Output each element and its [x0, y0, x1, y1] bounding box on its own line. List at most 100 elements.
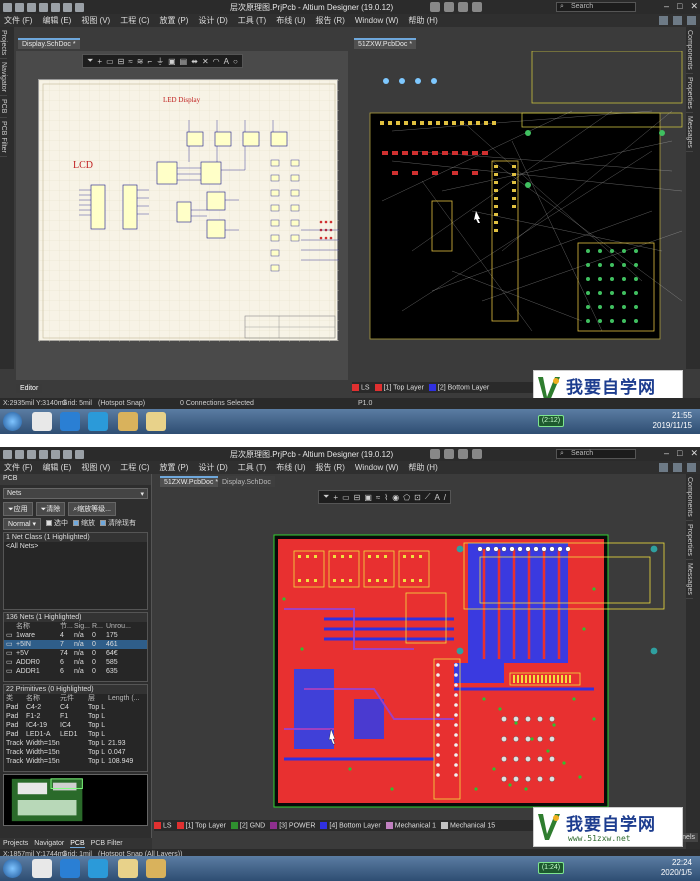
select-checkbox[interactable]: 选中 — [46, 518, 68, 530]
tab-51zxw-pcbdoc[interactable]: 51ZXW.PcbDoc * — [160, 476, 223, 487]
tab-display-schdoc[interactable]: Display.SchDoc * — [18, 38, 80, 49]
tab-pcb[interactable]: PCB — [0, 96, 7, 118]
tab-projects[interactable]: Projects — [3, 840, 28, 847]
tab-properties[interactable]: Properties — [686, 74, 693, 113]
tab-components[interactable]: Components — [686, 474, 693, 521]
net-row[interactable]: ▭ 1ware 4 n/a 0 175 — [4, 631, 147, 640]
layer-tab-gnd[interactable]: [2] GND — [230, 821, 265, 829]
menu-route[interactable]: 布线 (U) — [276, 462, 305, 473]
taskbar-app-altium[interactable] — [146, 859, 166, 878]
open-icon[interactable] — [39, 449, 48, 459]
menu-view[interactable]: 视图 (V) — [81, 462, 110, 473]
wire-icon[interactable]: ≈ — [128, 57, 132, 66]
power-port-icon[interactable]: ⏚ — [156, 56, 164, 67]
start-button[interactable] — [3, 412, 22, 431]
tab-51zxw-pcbdoc[interactable]: 51ZXW.PcbDoc * — [354, 38, 417, 49]
port-icon[interactable]: ⬌ — [191, 57, 198, 66]
part-icon[interactable]: ▣ — [168, 57, 176, 66]
layer-tab-bottom[interactable]: [2] Bottom Layer — [428, 383, 489, 391]
minimize-button[interactable]: – — [664, 448, 669, 459]
close-button[interactable]: ✕ — [690, 448, 698, 459]
net-row[interactable]: ▭ ADDR1 6 n/a 0 635 — [4, 667, 147, 676]
tab-pcb[interactable]: PCB — [70, 840, 85, 848]
maximize-button[interactable]: □ — [677, 448, 682, 459]
net-row-selected[interactable]: ▭ +5IN 7 n/a 0 461 — [4, 640, 147, 649]
taskbar-app-explorer[interactable] — [146, 412, 166, 431]
panel-mode-select[interactable]: Nets ▾ — [3, 488, 148, 499]
filter-icon[interactable]: ⏷ — [87, 56, 93, 66]
toolbar-icon-2[interactable] — [673, 16, 682, 25]
menu-edit[interactable]: 编辑 (E) — [42, 462, 71, 473]
align-icon[interactable]: ⊟ — [118, 57, 125, 66]
pcb-editor[interactable]: ⏷ + ▭ ⊟ ▣ ≈ ⌇ ◉ ⬠ ⊡ ⟋ A / — [352, 51, 686, 380]
layer-tab-ls[interactable]: LS — [154, 821, 172, 829]
layer-tab-mechanical-1[interactable]: Mechanical 1 — [385, 821, 436, 829]
clear-button[interactable]: ⏷清除 — [35, 502, 66, 516]
circle-icon[interactable]: ○ — [233, 57, 238, 66]
menu-tools[interactable]: 工具 (T) — [238, 15, 266, 26]
taskbar-app-qq[interactable] — [88, 859, 108, 878]
toolbar-icon-2[interactable] — [673, 463, 682, 472]
tab-pcb-filter[interactable]: PCB Filter — [0, 118, 7, 157]
save-all-icon[interactable] — [27, 2, 36, 12]
schematic-editor[interactable]: ⏷ + ▭ ⊟ ≈ ≋ ⌐ ⏚ ▣ ▤ ⬌ ✕ ◠ A ○ LED Displa… — [16, 51, 348, 380]
tab-properties[interactable]: Properties — [686, 521, 693, 560]
menu-design[interactable]: 设计 (D) — [198, 15, 227, 26]
primitive-row[interactable]: Pad C4-2 C4 Top L — [4, 703, 147, 712]
bus-icon[interactable]: ≋ — [137, 57, 144, 66]
menu-place[interactable]: 放置 (P) — [160, 15, 189, 26]
minimize-button[interactable]: – — [664, 1, 669, 12]
tab-projects[interactable]: Projects — [0, 27, 7, 60]
notifications-icon[interactable] — [444, 2, 454, 12]
menu-help[interactable]: 帮助 (H) — [408, 15, 437, 26]
layer-tab-mechanical-15[interactable]: Mechanical 15 — [441, 821, 495, 829]
menu-help[interactable]: 帮助 (H) — [408, 462, 437, 473]
net-class-all-nets[interactable]: <All Nets> — [4, 542, 147, 551]
net-row[interactable]: ▭ ADDR0 6 n/a 0 585 — [4, 658, 147, 667]
help-icon[interactable] — [458, 2, 468, 12]
menu-place[interactable]: 放置 (P) — [160, 462, 189, 473]
start-button[interactable] — [3, 859, 22, 878]
redo-icon[interactable] — [75, 449, 84, 459]
menu-window[interactable]: Window (W) — [355, 16, 399, 25]
save-icon[interactable] — [15, 449, 24, 459]
tab-messages[interactable]: Messages — [686, 560, 693, 599]
taskbar-app-wechat[interactable] — [32, 859, 52, 878]
tab-navigator[interactable]: Navigator — [0, 59, 7, 97]
net-label-icon[interactable]: ⌐ — [147, 57, 152, 66]
save-all-icon[interactable] — [27, 449, 36, 459]
tab-messages[interactable]: Messages — [686, 113, 693, 152]
apply-button[interactable]: ⏷应用 — [3, 502, 33, 516]
primitive-row[interactable]: Pad F1-2 F1 Top L — [4, 712, 147, 721]
account-icon[interactable] — [472, 2, 482, 12]
menu-reports[interactable]: 报告 (R) — [316, 462, 345, 473]
primitive-row[interactable]: Pad IC4-19 IC4 Top L — [4, 721, 147, 730]
taskbar-app-k[interactable] — [60, 859, 80, 878]
primitive-row[interactable]: Track Width=15n Top L 0.047 — [4, 748, 147, 757]
menu-project[interactable]: 工程 (C) — [120, 462, 149, 473]
menu-edit[interactable]: 编辑 (E) — [42, 15, 71, 26]
primitive-row[interactable]: Track Width=15n Top L 108.949 — [4, 757, 147, 766]
app-icon[interactable] — [3, 2, 12, 12]
settings-icon[interactable] — [430, 449, 440, 459]
help-icon[interactable] — [458, 449, 468, 459]
zoom-checkbox[interactable]: 缩放 — [73, 518, 95, 530]
layer-tab-bottom[interactable]: [4] Bottom Layer — [320, 821, 381, 829]
menu-route[interactable]: 布线 (U) — [276, 15, 305, 26]
taskbar-app-altium[interactable] — [118, 412, 138, 431]
zoom-level-button[interactable]: ⌕缩放等级... — [68, 502, 116, 516]
search-input[interactable]: ⌕ Search — [556, 2, 636, 12]
menu-window[interactable]: Window (W) — [355, 463, 399, 472]
undo-icon[interactable] — [63, 449, 72, 459]
toolbar-icon-3[interactable] — [687, 16, 696, 25]
mask-mode-select[interactable]: Normal ▾ — [3, 518, 42, 530]
menu-project[interactable]: 工程 (C) — [120, 15, 149, 26]
clear-existing-checkbox[interactable]: 清除现有 — [100, 518, 136, 530]
open-icon[interactable] — [39, 2, 48, 12]
net-row[interactable]: ▭ +5V 74 n/a 0 64€ — [4, 649, 147, 658]
tab-navigator[interactable]: Navigator — [34, 840, 64, 847]
pcb-editor[interactable]: ⏷ + ▭ ⊟ ▣ ≈ ⌇ ◉ ⬠ ⊡ ⟋ A / — [154, 489, 686, 813]
tab-pcb-filter[interactable]: PCB Filter — [91, 840, 123, 847]
tab-components[interactable]: Components — [686, 27, 693, 74]
toolbar-icon-3[interactable] — [687, 463, 696, 472]
